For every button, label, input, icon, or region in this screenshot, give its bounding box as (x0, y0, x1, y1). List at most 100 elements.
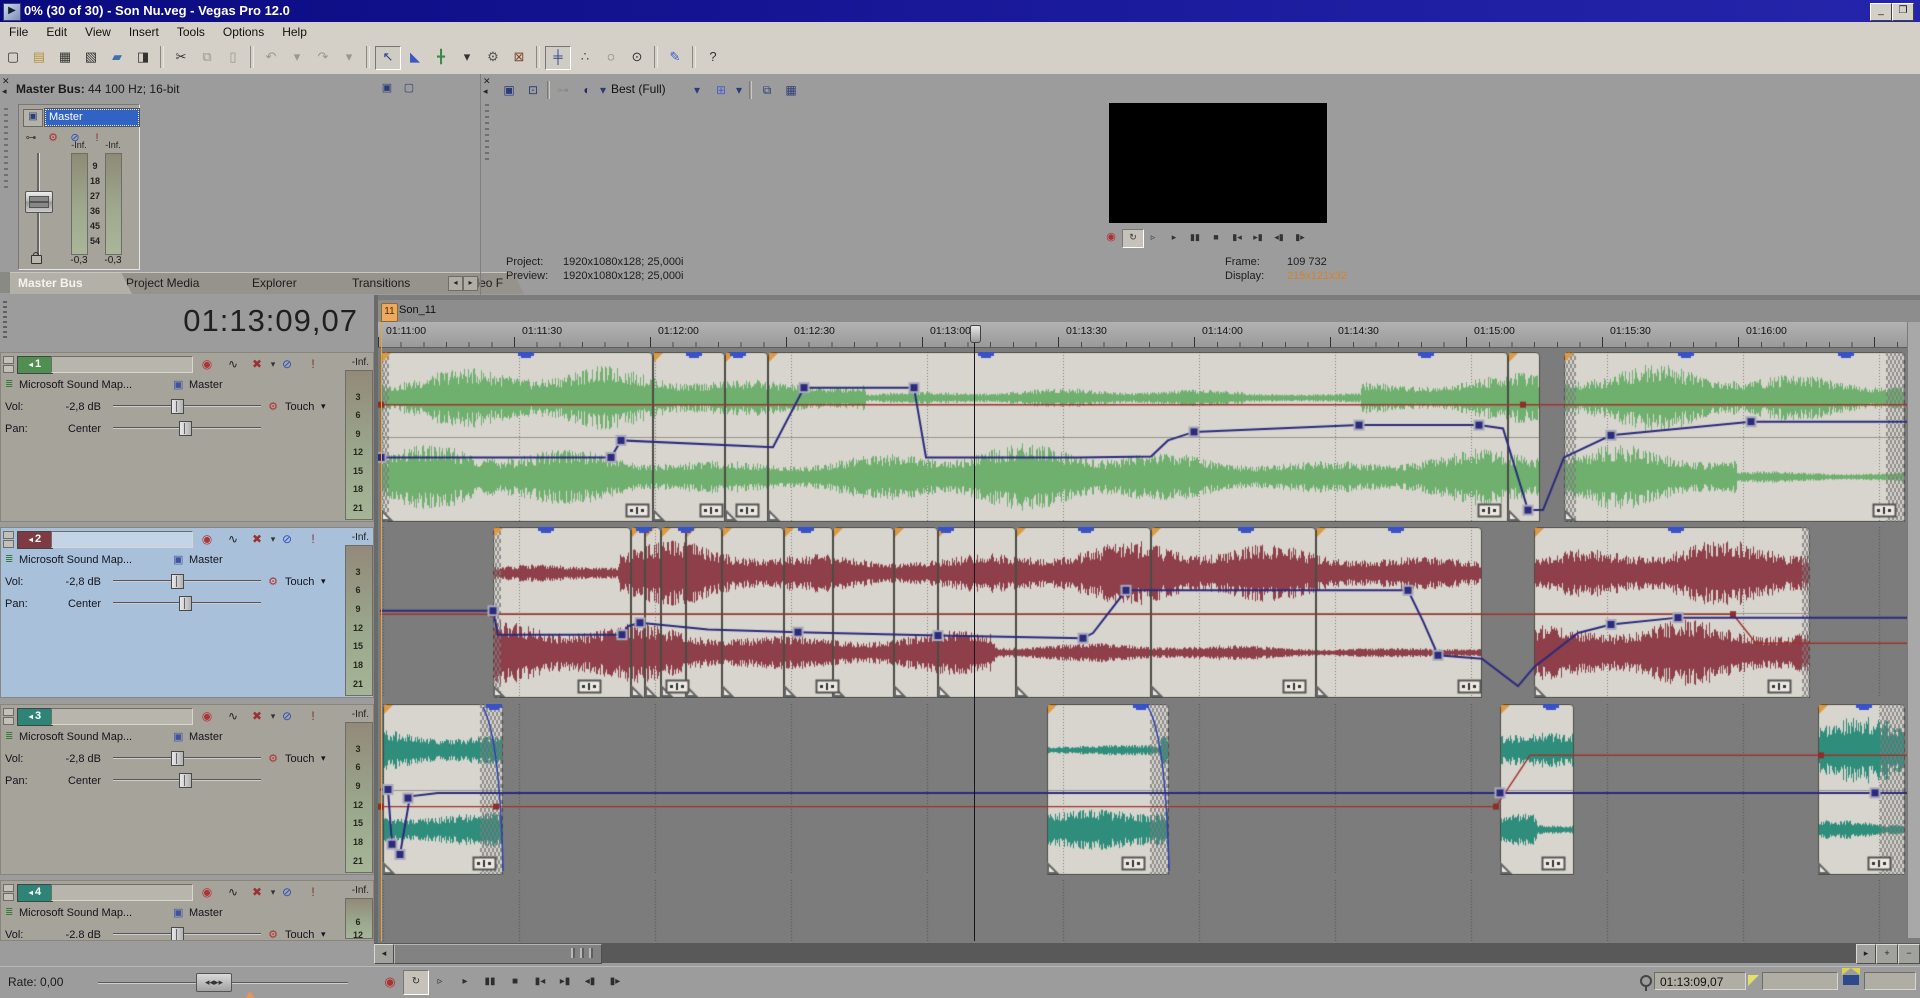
menu-edit[interactable]: Edit (37, 22, 76, 42)
copy-icon[interactable]: ⧉ (195, 46, 219, 68)
automation-mode[interactable]: Touch (285, 401, 314, 413)
restore-track-icon[interactable] (3, 893, 14, 901)
slider-thumb[interactable] (171, 399, 184, 414)
automation-gear-icon[interactable]: ⚙ (263, 573, 283, 591)
preview-play-from-start-button[interactable]: ▹ (1143, 229, 1163, 246)
undo-caret-icon[interactable]: ▾ (285, 46, 309, 68)
render-as-icon[interactable]: ▰ (105, 46, 129, 68)
menu-file[interactable]: File (0, 22, 37, 42)
minimize-track-icon[interactable] (3, 356, 14, 364)
vol-slider[interactable] (113, 927, 261, 940)
external-monitor-icon[interactable]: ⊡ (523, 80, 543, 100)
track-header-1[interactable]: ◂1◉∿✖▾⊘!-Inf.≣Microsoft Sound Map...▣Mas… (0, 352, 374, 522)
selection-start-field[interactable] (1762, 972, 1838, 990)
save-as-icon[interactable]: ▧ (79, 46, 103, 68)
envelope-button[interactable]: ∿ (223, 707, 243, 725)
snapping-icon[interactable]: ╪ (545, 46, 571, 70)
scroll-left-icon[interactable]: ◂ (374, 944, 394, 964)
slider-thumb[interactable] (179, 421, 192, 436)
selection-edit-tool-icon[interactable]: ╋ (429, 46, 453, 68)
restore-track-icon[interactable] (3, 717, 14, 725)
preview-stop-button[interactable]: ■ (1206, 229, 1226, 246)
vertical-scrollbar[interactable] (1907, 322, 1920, 938)
selection-length-field[interactable] (1864, 972, 1916, 990)
master-strip-button[interactable]: ▣ (23, 109, 43, 127)
playhead-handle[interactable] (970, 325, 981, 343)
preview-properties-icon[interactable]: ▣ (499, 80, 519, 100)
new-project-icon[interactable]: ▢ (1, 46, 25, 68)
envelope-button[interactable]: ∿ (223, 883, 243, 901)
track-name-field[interactable] (51, 531, 193, 548)
minimize-track-icon[interactable] (3, 884, 14, 892)
pan-slider[interactable] (113, 596, 261, 609)
go-to-start-button[interactable]: ▮◂ (528, 970, 552, 993)
marker-pen-icon[interactable]: ✎ (663, 46, 687, 68)
lock-envelopes-icon[interactable]: ⊠ (507, 46, 531, 68)
cut-icon[interactable]: ✂ (169, 46, 193, 68)
automation-caret-icon[interactable]: ▾ (321, 576, 326, 587)
automation-gear-icon[interactable]: ⚙ (263, 750, 283, 768)
scrollbar-thumb[interactable] (394, 944, 602, 964)
track-header-4[interactable]: ◂4◉∿✖▾⊘!-Inf.≣Microsoft Sound Map...▣Mas… (0, 880, 374, 941)
time-display-grip[interactable] (3, 301, 7, 341)
bus-assign-icon[interactable]: ▣ (173, 730, 183, 743)
solo-button[interactable]: ⊘ (277, 883, 297, 901)
master-downmix-icon[interactable]: ▢ (400, 80, 418, 96)
tab-explorer[interactable]: Explorer (244, 272, 358, 294)
rate-shuttle-thumb[interactable]: ◂◂▸▸ (196, 973, 232, 992)
cursor-timecode-field[interactable]: 01:13:09,07 (1654, 972, 1746, 990)
play-from-start-button[interactable]: ▹ (428, 970, 452, 993)
preview-play-button[interactable]: ▸ (1164, 229, 1184, 246)
slider-thumb[interactable] (171, 574, 184, 589)
track-name-field[interactable] (51, 356, 193, 373)
normal-edit-tool-icon[interactable]: ↖ (375, 46, 401, 70)
track-number-chip[interactable]: ◂2 (17, 531, 53, 549)
solo-button[interactable]: ⊘ (277, 355, 297, 373)
preview-quality-label[interactable]: Best (Full) (611, 82, 666, 96)
master-properties-icon[interactable]: ▣ (378, 80, 396, 96)
normal-select-icon[interactable]: ◌ (599, 46, 623, 68)
automation-caret-icon[interactable]: ▾ (321, 929, 326, 940)
pause-button[interactable]: ▮▮ (478, 970, 502, 993)
master-insert-fx-icon[interactable]: ⊶ (23, 131, 39, 145)
redo-caret-icon[interactable]: ▾ (337, 46, 361, 68)
split-screen-icon[interactable]: ⊞ (711, 80, 731, 100)
preview-loop-button[interactable]: ↻ (1122, 229, 1144, 248)
loop-playback-button[interactable]: ↻ (403, 970, 429, 995)
master-dim-icon[interactable]: ! (89, 131, 105, 145)
master-fader-thumb[interactable] (25, 191, 53, 213)
track-3-events-canvas[interactable] (378, 704, 1920, 875)
dock-grip[interactable] (4, 108, 8, 188)
track-size-buttons[interactable] (3, 884, 15, 902)
save-icon[interactable]: ▦ (53, 46, 77, 68)
go-to-end-button[interactable]: ▸▮ (553, 970, 577, 993)
scroll-right-icon[interactable]: ▸ (1856, 944, 1876, 964)
automation-gear-icon[interactable]: ⚙ (263, 398, 283, 416)
track-header-2[interactable]: ◂2◉∿✖▾⊘!-Inf.≣Microsoft Sound Map...▣Mas… (0, 527, 374, 698)
automation-caret-icon[interactable]: ▾ (321, 753, 326, 764)
tab-scroll-left-icon[interactable]: ◂ (448, 276, 463, 291)
whats-this-help-icon[interactable]: ? (701, 46, 725, 68)
routing-icon[interactable]: ≣ (5, 731, 13, 742)
track-header-3[interactable]: ◂3◉∿✖▾⊘!-Inf.≣Microsoft Sound Map...▣Mas… (0, 704, 374, 875)
redo-icon[interactable]: ↷ (311, 46, 335, 68)
preview-next-frame-button[interactable]: ▮▸ (1290, 229, 1310, 246)
track-1-events-canvas[interactable] (378, 352, 1920, 522)
project-properties-icon[interactable]: ◨ (131, 46, 155, 68)
restore-button[interactable]: ❐ (1892, 3, 1914, 21)
track-size-buttons[interactable] (3, 708, 15, 726)
menu-view[interactable]: View (76, 22, 120, 42)
save-frame-icon[interactable]: ▦ (781, 80, 801, 100)
solo-button[interactable]: ⊘ (277, 530, 297, 548)
envelope-button[interactable]: ∿ (223, 355, 243, 373)
previous-frame-button[interactable]: ◂▮ (578, 970, 602, 993)
record-arm-button[interactable]: ◉ (197, 707, 217, 725)
automation-settings-icon[interactable]: ⚙ (481, 46, 505, 68)
time-ruler[interactable]: 01:11:0001:11:3001:12:0001:12:3001:13:00… (378, 322, 1920, 348)
stop-button[interactable]: ■ (503, 970, 527, 993)
track-name-field[interactable] (51, 884, 193, 901)
routing-icon[interactable]: ≣ (5, 379, 13, 390)
menu-insert[interactable]: Insert (120, 22, 168, 42)
track-name-field[interactable] (51, 708, 193, 725)
collapse-icon[interactable]: ◂ (2, 86, 7, 97)
